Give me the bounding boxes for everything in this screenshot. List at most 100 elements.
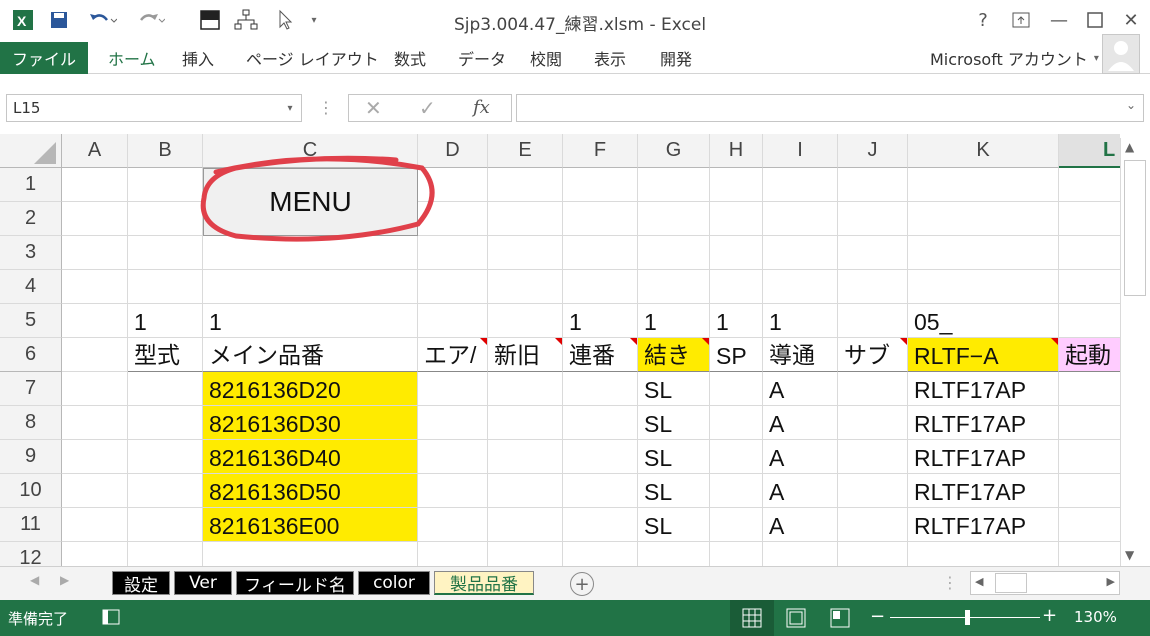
add-sheet-icon[interactable]: + [570, 572, 594, 596]
cell-k10[interactable]: RLTF17AP [908, 474, 1059, 508]
vertical-scrollbar[interactable]: ▲ ▼ [1120, 138, 1150, 568]
cell-c10[interactable]: 8216136D50 [203, 474, 418, 508]
cell-c8[interactable]: 8216136D30 [203, 406, 418, 440]
column-header-i[interactable]: I [763, 134, 838, 168]
chevron-down-icon[interactable]: ▾ [282, 98, 298, 118]
page-break-icon[interactable] [830, 608, 850, 632]
maximize-icon[interactable] [1080, 6, 1110, 34]
pointer-icon[interactable] [274, 8, 298, 32]
row-header-3[interactable]: 3 [0, 236, 62, 270]
row-header-5[interactable]: 5 [0, 304, 62, 338]
column-header-j[interactable]: J [838, 134, 908, 168]
ribbon-display-icon[interactable] [1006, 6, 1036, 34]
cell-e6[interactable]: 新旧 [488, 338, 563, 372]
cell-c11[interactable]: 8216136E00 [203, 508, 418, 542]
insert-function-icon[interactable]: fx [473, 97, 490, 118]
column-header-l[interactable]: L [1059, 134, 1120, 168]
prev-sheet-icon[interactable]: ◀ [30, 573, 39, 587]
close-icon[interactable]: ✕ [1116, 6, 1146, 34]
cell-k11[interactable]: RLTF17AP [908, 508, 1059, 542]
hierarchy-icon[interactable] [232, 8, 260, 32]
row-header-8[interactable]: 8 [0, 406, 62, 440]
row-header-11[interactable]: 11 [0, 508, 62, 542]
cell-j6[interactable]: サブ [838, 338, 908, 372]
cancel-icon[interactable]: ✕ [365, 96, 382, 120]
cell-i5[interactable]: 1 [763, 304, 838, 338]
row-header-1[interactable]: 1 [0, 168, 62, 202]
save-icon[interactable] [44, 8, 74, 32]
name-box[interactable]: L15 [6, 94, 302, 122]
macro-record-icon[interactable] [102, 608, 120, 630]
cell-k6[interactable]: RLTF−A [908, 338, 1059, 372]
next-sheet-icon[interactable]: ▶ [60, 573, 69, 587]
cell-g8[interactable]: SL [638, 406, 710, 440]
scroll-right-icon[interactable]: ▶ [1107, 575, 1115, 588]
zoom-level[interactable]: 130% [1074, 608, 1117, 626]
tab-page-layout[interactable]: ページ レイアウト [246, 42, 379, 74]
cell-h5[interactable]: 1 [710, 304, 763, 338]
row-header-9[interactable]: 9 [0, 440, 62, 474]
customize-qat-icon[interactable]: ▾ [306, 8, 322, 32]
help-icon[interactable]: ? [968, 6, 998, 34]
form-icon[interactable] [196, 8, 224, 32]
zoom-in-icon[interactable]: + [1042, 605, 1057, 626]
sheet-tab-products[interactable]: 製品品番 [434, 571, 534, 595]
cell-b5[interactable]: 1 [128, 304, 203, 338]
undo-icon[interactable] [82, 8, 122, 32]
scroll-thumb[interactable] [1124, 160, 1146, 296]
horizontal-scrollbar[interactable]: ◀ ▶ [970, 571, 1120, 595]
tab-insert[interactable]: 挿入 [182, 42, 214, 74]
page-layout-icon[interactable] [786, 608, 806, 632]
cell-i7[interactable]: A [763, 372, 838, 406]
column-header-g[interactable]: G [638, 134, 710, 168]
normal-view-icon[interactable] [730, 600, 774, 636]
scroll-thumb[interactable] [995, 573, 1027, 593]
tab-home[interactable]: ホーム [108, 42, 156, 74]
cell-c6[interactable]: メイン品番 [203, 338, 418, 372]
column-header-h[interactable]: H [710, 134, 763, 168]
column-header-k[interactable]: K [908, 134, 1059, 168]
row-header-4[interactable]: 4 [0, 270, 62, 304]
cell-g5[interactable]: 1 [638, 304, 710, 338]
select-all-corner[interactable] [0, 134, 62, 168]
cell-g7[interactable]: SL [638, 372, 710, 406]
cell-i10[interactable]: A [763, 474, 838, 508]
cell-c9[interactable]: 8216136D40 [203, 440, 418, 474]
column-header-c[interactable]: C [203, 134, 418, 168]
row-header-7[interactable]: 7 [0, 372, 62, 406]
menu-button[interactable]: MENU [203, 168, 418, 236]
cell-c7[interactable]: 8216136D20 [203, 372, 418, 406]
cell-g6[interactable]: 結き [638, 338, 710, 372]
column-header-b[interactable]: B [128, 134, 203, 168]
cell-d6[interactable]: エア/ [418, 338, 488, 372]
cell-k9[interactable]: RLTF17AP [908, 440, 1059, 474]
minimize-icon[interactable]: — [1044, 6, 1074, 34]
column-header-a[interactable]: A [62, 134, 128, 168]
cell-f6[interactable]: 連番 [563, 338, 638, 372]
tab-data[interactable]: データ [458, 42, 506, 74]
cell-b6[interactable]: 型式 [128, 338, 203, 372]
sheet-tab-ver[interactable]: Ver [174, 571, 232, 595]
row-header-2[interactable]: 2 [0, 202, 62, 236]
row-header-10[interactable]: 10 [0, 474, 62, 508]
cell-i11[interactable]: A [763, 508, 838, 542]
tab-file[interactable]: ファイル [0, 42, 88, 74]
column-header-e[interactable]: E [488, 134, 563, 168]
zoom-out-icon[interactable]: − [870, 606, 885, 627]
formula-input[interactable] [516, 94, 1144, 122]
zoom-slider-thumb[interactable] [965, 610, 970, 625]
cell-i8[interactable]: A [763, 406, 838, 440]
cell-g9[interactable]: SL [638, 440, 710, 474]
scroll-left-icon[interactable]: ◀ [975, 575, 983, 588]
cell-k7[interactable]: RLTF17AP [908, 372, 1059, 406]
scroll-down-icon[interactable]: ▼ [1125, 548, 1134, 562]
cell-l6[interactable]: 起動 [1059, 338, 1120, 372]
tab-review[interactable]: 校閲 [530, 42, 562, 74]
redo-icon[interactable] [130, 8, 170, 32]
expand-formula-icon[interactable]: ⌄ [1126, 98, 1136, 112]
cell-g11[interactable]: SL [638, 508, 710, 542]
scroll-up-icon[interactable]: ▲ [1125, 140, 1134, 154]
tab-view[interactable]: 表示 [594, 42, 626, 74]
sheet-tab-settings[interactable]: 設定 [112, 571, 170, 596]
cell-h6[interactable]: SP [710, 338, 763, 372]
